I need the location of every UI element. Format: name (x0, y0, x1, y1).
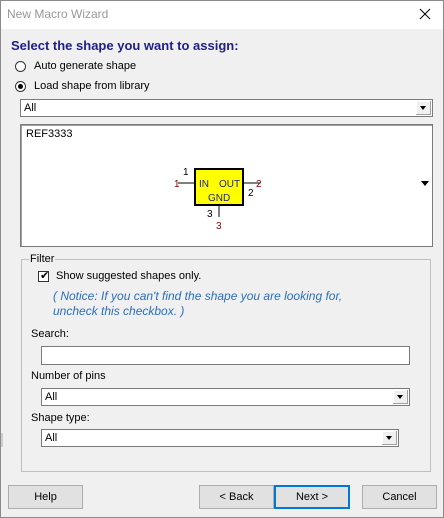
pin-1-number-inner: 1 (183, 167, 189, 178)
shape-preview[interactable]: REF3333 IN OUT GND 1 1 2 2 3 3 (20, 124, 433, 247)
chevron-down-icon[interactable] (415, 101, 431, 115)
shape-type-select[interactable]: All (41, 429, 399, 447)
shape-type-select-value: All (45, 432, 58, 444)
chevron-down-icon[interactable] (421, 181, 429, 186)
pins-select-value: All (45, 391, 58, 403)
load-library-label: Load shape from library (34, 80, 150, 92)
suggested-shapes-checkbox[interactable]: ✔ (38, 270, 50, 282)
pins-label: Number of pins (31, 370, 106, 382)
check-icon: ✔ (40, 270, 50, 282)
help-button[interactable]: Help (8, 485, 83, 509)
divider (1, 433, 3, 447)
shape-type-label: Shape type: (31, 412, 90, 424)
filter-legend: Filter (29, 253, 56, 265)
cancel-button[interactable]: Cancel (362, 485, 437, 509)
pin-3-number-inner: 3 (207, 209, 213, 220)
pin-2-number-outer: 2 (256, 179, 262, 190)
next-button[interactable]: Next > (274, 485, 350, 509)
shape-symbol: IN OUT GND 1 1 2 2 3 3 (174, 167, 262, 232)
window-title: New Macro Wizard (7, 7, 109, 21)
search-label: Search: (31, 328, 69, 340)
shape-name: REF3333 (26, 128, 73, 140)
suggested-shapes-label[interactable]: Show suggested shapes only. (56, 270, 201, 282)
chevron-down-icon[interactable] (381, 431, 397, 445)
pins-select[interactable]: All (41, 388, 410, 406)
title-bar: New Macro Wizard (1, 1, 443, 30)
pin-1-name: IN (199, 179, 209, 190)
auto-generate-radio[interactable] (15, 60, 26, 72)
pin-3-name: GND (208, 193, 230, 204)
library-select[interactable]: All (20, 99, 433, 117)
notice-text: ( Notice: If you can't find the shape yo… (53, 289, 343, 318)
pin-3-number-outer: 3 (216, 221, 222, 232)
load-library-option[interactable]: Load shape from library (15, 78, 150, 94)
auto-generate-option[interactable]: Auto generate shape (15, 58, 136, 74)
chevron-down-icon[interactable] (392, 390, 408, 404)
pin-2-name: OUT (219, 179, 240, 190)
library-select-value: All (24, 102, 37, 114)
back-button[interactable]: < Back (199, 485, 274, 509)
close-icon[interactable] (415, 4, 435, 24)
auto-generate-label: Auto generate shape (34, 60, 137, 72)
search-input[interactable] (41, 346, 410, 365)
pin-1-number-outer: 1 (174, 179, 180, 190)
page-heading: Select the shape you want to assign: (11, 38, 239, 53)
load-library-radio[interactable] (15, 80, 26, 92)
pin-2-number-inner: 2 (248, 188, 254, 199)
wizard-window: New Macro Wizard Select the shape you wa… (0, 0, 444, 518)
